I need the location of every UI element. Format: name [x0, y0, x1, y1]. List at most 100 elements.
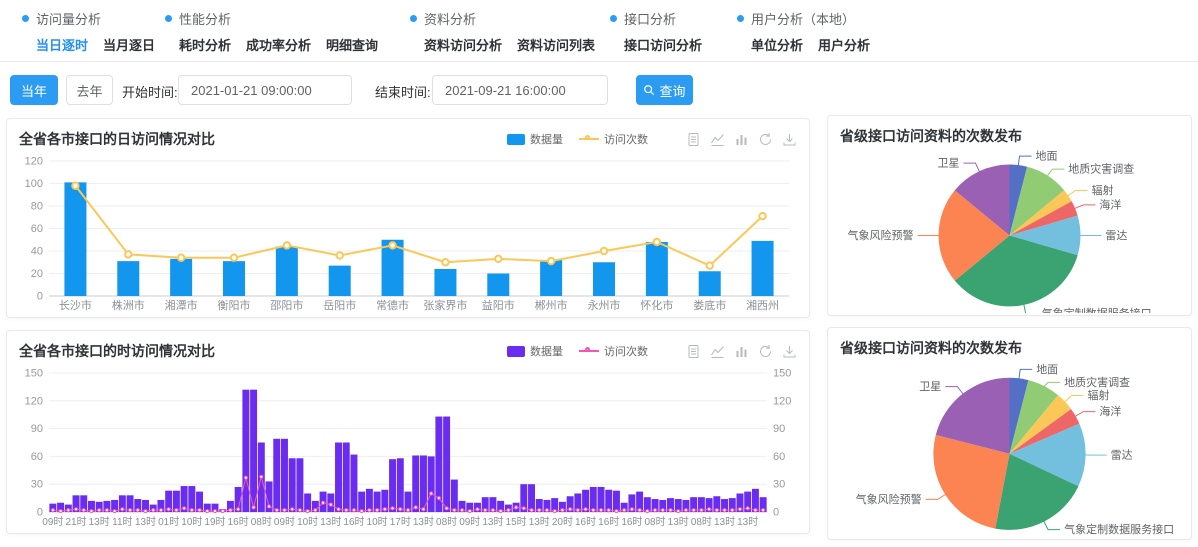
- svg-text:08时: 08时: [644, 516, 665, 528]
- nav-item-hourly-today[interactable]: 当日逐时: [36, 35, 88, 54]
- svg-text:地质灾害调查: 地质灾害调查: [1068, 162, 1134, 176]
- svg-text:气象风险预警: 气象风险预警: [848, 228, 914, 242]
- legend-visit-count[interactable]: 访问次数: [579, 343, 648, 359]
- chart-toolbox: [686, 344, 797, 359]
- hourly-bar-line-chart[interactable]: 0030306060909012012015015009时21时13时11时13…: [13, 363, 803, 530]
- nav-item-success-rate-analysis[interactable]: 成功率分析: [246, 35, 311, 54]
- svg-text:郴州市: 郴州市: [535, 298, 568, 312]
- bullet-icon: [22, 15, 29, 22]
- svg-text:邵阳市: 邵阳市: [270, 298, 303, 312]
- daily-chart-card: 全省各市接口的日访问情况对比 数据量 访问次数 020406080100120长…: [6, 118, 810, 318]
- svg-text:10时: 10时: [367, 516, 388, 528]
- nav-item-daily-this-month[interactable]: 当月逐日: [103, 35, 155, 54]
- line-chart-icon[interactable]: [710, 344, 725, 359]
- bar-chart-icon[interactable]: [734, 132, 749, 147]
- bullet-icon: [165, 15, 172, 22]
- svg-text:13时: 13时: [89, 516, 110, 528]
- svg-text:19时: 19时: [204, 516, 225, 528]
- svg-text:16时: 16时: [598, 516, 619, 528]
- nav-item-api-access-analysis[interactable]: 接口访问分析: [624, 35, 702, 54]
- svg-text:0: 0: [37, 291, 43, 303]
- province-access-pie-chart[interactable]: 地面地质灾害调查辐射海洋雷达气象定制数据服务接口气象风险预警卫星: [836, 360, 1183, 537]
- legend-label: 数据量: [530, 343, 563, 359]
- svg-text:海洋: 海洋: [1099, 404, 1121, 418]
- filter-bar: 当年 去年 开始时间: 结束时间: 查询: [0, 74, 1198, 112]
- svg-text:辐射: 辐射: [1092, 183, 1114, 197]
- svg-text:60: 60: [31, 223, 43, 235]
- bar-swatch-icon: [507, 346, 525, 357]
- chart-title: 省级接口访问资料的次数发布: [840, 126, 1022, 146]
- legend-data-volume[interactable]: 数据量: [507, 343, 563, 359]
- svg-text:张家界市: 张家界市: [423, 298, 467, 312]
- search-icon: [643, 84, 655, 96]
- nav-item-user-analysis[interactable]: 用户分析: [818, 35, 870, 54]
- nav-group-api-analysis: 接口分析 接口访问分析: [610, 9, 702, 54]
- svg-text:13时: 13时: [668, 516, 689, 528]
- data-view-icon[interactable]: [686, 132, 701, 147]
- nav-group-data-analysis: 资料分析 资料访问分析 资料访问列表: [410, 9, 595, 54]
- restore-icon[interactable]: [758, 132, 773, 147]
- svg-text:100: 100: [25, 178, 43, 190]
- nav-group-title: 性能分析: [179, 9, 231, 28]
- svg-text:16时: 16时: [343, 516, 364, 528]
- svg-text:15时: 15时: [506, 516, 527, 528]
- last-year-button[interactable]: 去年: [66, 75, 113, 105]
- data-view-icon[interactable]: [686, 344, 701, 359]
- legend-visit-count[interactable]: 访问次数: [579, 131, 648, 147]
- svg-text:常德市: 常德市: [376, 298, 409, 312]
- svg-text:08时: 08时: [691, 516, 712, 528]
- svg-text:地面: 地面: [1036, 363, 1058, 376]
- daily-bar-line-chart[interactable]: 020406080100120长沙市株洲市湘潭市衡阳市邵阳市岳阳市常德市张家界市…: [13, 151, 803, 314]
- chart-title: 全省各市接口的时访问情况对比: [19, 341, 215, 361]
- svg-text:湘西州: 湘西州: [746, 298, 779, 312]
- svg-text:益阳市: 益阳市: [482, 298, 515, 312]
- svg-text:11时: 11时: [112, 516, 132, 528]
- svg-text:气象定制数据服务接口: 气象定制数据服务接口: [1042, 306, 1152, 313]
- chart-toolbox: [686, 132, 797, 147]
- nav-group-title: 访问量分析: [36, 9, 101, 28]
- svg-text:20时: 20时: [552, 516, 573, 528]
- nav-item-time-cost-analysis[interactable]: 耗时分析: [179, 35, 231, 54]
- download-icon[interactable]: [782, 344, 797, 359]
- chart-legend: 数据量 访问次数: [507, 131, 648, 147]
- svg-text:13时: 13时: [482, 516, 503, 528]
- svg-text:13时: 13时: [320, 516, 341, 528]
- svg-text:13时: 13时: [529, 516, 550, 528]
- svg-text:17时: 17时: [390, 516, 411, 528]
- svg-text:13时: 13时: [737, 516, 758, 528]
- this-year-button[interactable]: 当年: [10, 75, 58, 105]
- svg-text:90: 90: [31, 423, 43, 435]
- svg-text:120: 120: [25, 156, 43, 168]
- svg-text:株洲市: 株洲市: [112, 298, 145, 312]
- download-icon[interactable]: [782, 132, 797, 147]
- svg-text:16时: 16时: [575, 516, 596, 528]
- nav-group-user-analysis-local: 用户分析（本地） 单位分析 用户分析: [737, 9, 870, 54]
- svg-text:21时: 21时: [65, 516, 86, 528]
- legend-label: 访问次数: [604, 343, 648, 359]
- svg-text:150: 150: [25, 368, 43, 380]
- svg-text:150: 150: [773, 368, 791, 380]
- nav-item-org-analysis[interactable]: 单位分析: [751, 35, 803, 54]
- line-chart-icon[interactable]: [710, 132, 725, 147]
- start-time-input[interactable]: [178, 75, 352, 105]
- nav-item-detail-query[interactable]: 明细查询: [326, 35, 378, 54]
- nav-item-data-access-list[interactable]: 资料访问列表: [517, 35, 595, 54]
- nav-group-title: 资料分析: [424, 9, 476, 28]
- svg-text:60: 60: [31, 451, 43, 463]
- nav-item-data-access-analysis[interactable]: 资料访问分析: [424, 35, 502, 54]
- svg-text:16时: 16时: [621, 516, 642, 528]
- svg-text:衡阳市: 衡阳市: [218, 298, 251, 312]
- svg-text:娄底市: 娄底市: [693, 298, 726, 312]
- svg-text:09时: 09时: [459, 516, 480, 528]
- search-button[interactable]: 查询: [636, 75, 693, 105]
- svg-text:永州市: 永州市: [588, 298, 621, 312]
- svg-text:10时: 10时: [181, 516, 202, 528]
- province-access-pie-chart[interactable]: 地面地质灾害调查辐射海洋雷达气象定制数据服务接口气象风险预警卫星: [836, 148, 1183, 313]
- restore-icon[interactable]: [758, 344, 773, 359]
- svg-text:13时: 13时: [135, 516, 156, 528]
- legend-data-volume[interactable]: 数据量: [507, 131, 563, 147]
- svg-text:60: 60: [773, 451, 785, 463]
- bar-chart-icon[interactable]: [734, 344, 749, 359]
- svg-text:40: 40: [31, 246, 43, 258]
- end-time-input[interactable]: [432, 75, 608, 105]
